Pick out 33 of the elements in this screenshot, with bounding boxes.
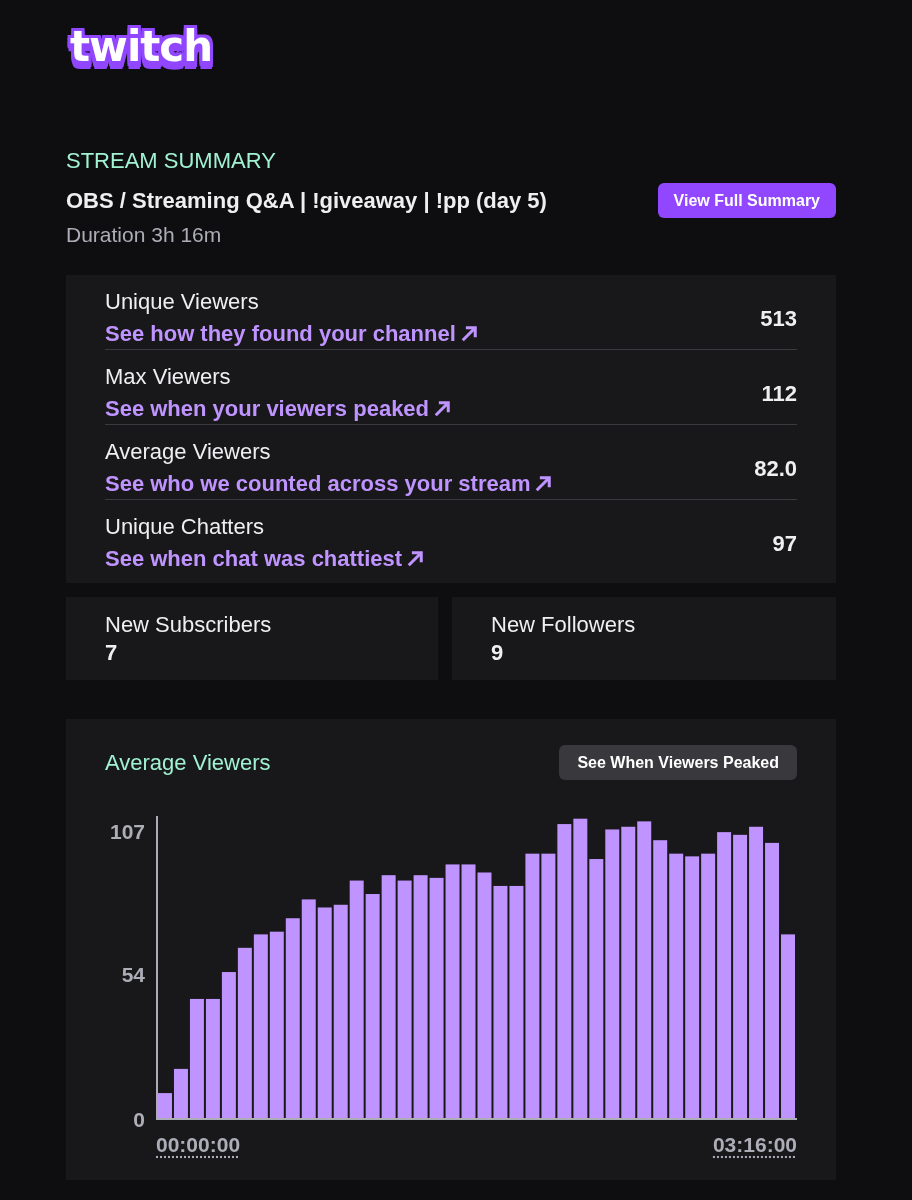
arrow-up-right-icon: [407, 551, 424, 567]
stat-value: 7: [105, 639, 118, 667]
arrow-up-right-icon: [535, 476, 552, 492]
stream-duration: Duration 3h 16m: [66, 222, 222, 248]
y-axis-label: 54: [121, 962, 145, 987]
time-label: 00:00:00: [156, 1132, 241, 1158]
bar: [158, 1093, 172, 1120]
stat-label: Max Viewers: [105, 364, 231, 390]
stat-label: Unique Chatters: [105, 514, 264, 540]
stat-label: Unique Viewers: [105, 289, 259, 315]
stat-value: 9: [491, 639, 504, 667]
view-summary-button[interactable]: View Full Summary: [657, 183, 836, 218]
stat-value: 513: [760, 305, 797, 332]
arrow-up-right-icon: [460, 326, 477, 342]
chart-title: Average Viewers: [105, 749, 271, 776]
stat-label: New Followers: [491, 612, 636, 638]
stat-link[interactable]: See when chat was chattiest: [105, 545, 424, 573]
arrow-up-right-icon: [434, 401, 451, 417]
stat-label: New Subscribers: [105, 612, 272, 638]
section-heading: STREAM SUMMARY: [66, 148, 276, 174]
viewers-peaked-button[interactable]: See When Viewers Peaked: [559, 745, 797, 780]
logo: twitch: [69, 22, 214, 73]
y-axis-label: 107: [109, 820, 145, 845]
time-label: 03:16:00: [712, 1132, 797, 1158]
stat-link[interactable]: See when your viewers peaked: [105, 395, 451, 423]
stat-value: 82.0: [754, 455, 797, 482]
stat-link[interactable]: See how they found your channel: [105, 320, 477, 348]
stat-label: Average Viewers: [105, 439, 271, 465]
stat-value: 112: [761, 380, 797, 407]
stat-link[interactable]: See who we counted across your stream: [105, 470, 552, 498]
stream-title: OBS / Streaming Q&A | !giveaway | !pp (day 5): [66, 187, 547, 214]
y-axis-label: 0: [133, 1108, 145, 1132]
stat-value: 97: [772, 530, 797, 557]
